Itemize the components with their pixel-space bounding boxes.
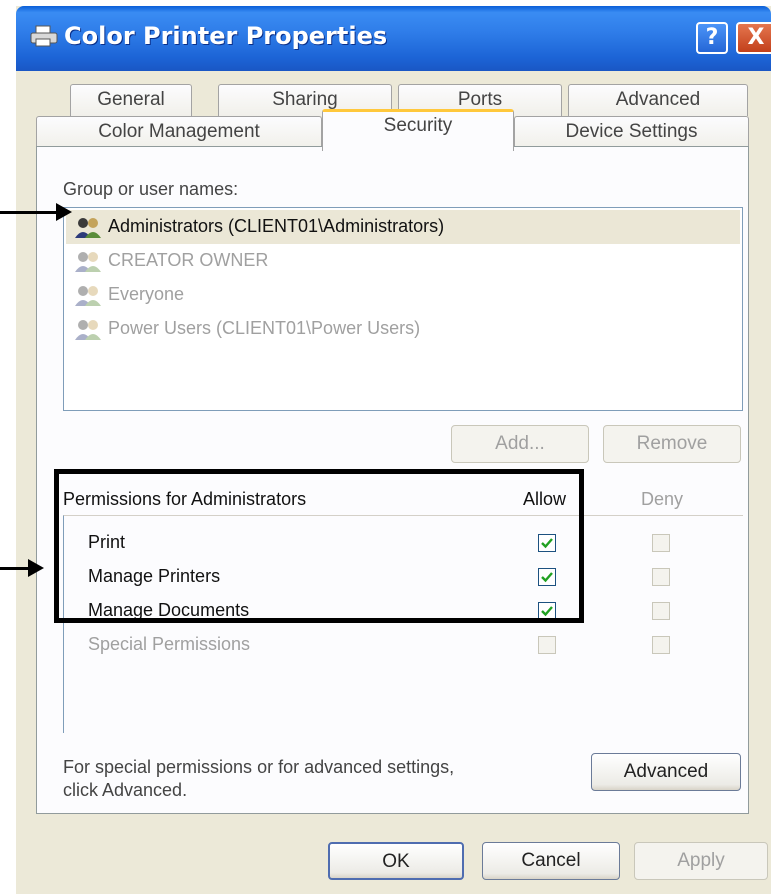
help-button[interactable]: ?: [696, 22, 728, 54]
cancel-button[interactable]: Cancel: [482, 842, 620, 880]
tab-color-management[interactable]: Color Management: [36, 116, 322, 148]
user-name: CREATOR OWNER: [108, 250, 269, 270]
user-name: Everyone: [108, 284, 185, 304]
annotation-arrow-head: [56, 203, 72, 221]
user-group-icon: [75, 320, 101, 340]
user-group-icon: [75, 218, 101, 238]
allow-checkbox[interactable]: [538, 636, 556, 654]
list-item[interactable]: Administrators (CLIENT01\Administrators): [66, 210, 740, 244]
deny-checkbox[interactable]: [652, 602, 670, 620]
list-item[interactable]: Power Users (CLIENT01\Power Users): [66, 312, 740, 346]
permission-name: Special Permissions: [88, 634, 251, 654]
annotation-arrow-line: [0, 567, 30, 570]
printer-icon: [30, 25, 58, 47]
tab-device-settings[interactable]: Device Settings: [514, 116, 749, 148]
tab-general[interactable]: General: [70, 84, 192, 116]
tab-advanced[interactable]: Advanced: [568, 84, 748, 116]
close-button[interactable]: X: [736, 22, 771, 54]
advanced-button[interactable]: Advanced: [591, 753, 741, 791]
deny-checkbox[interactable]: [652, 568, 670, 586]
add-button[interactable]: Add...: [451, 425, 589, 463]
list-item[interactable]: CREATOR OWNER: [66, 244, 740, 278]
user-group-icon: [75, 286, 101, 306]
annotation-arrow-head: [28, 559, 44, 577]
user-list[interactable]: Administrators (CLIENT01\Administrators)…: [63, 207, 743, 411]
advanced-hint-line2: click Advanced.: [63, 780, 188, 800]
deny-checkbox[interactable]: [652, 636, 670, 654]
properties-dialog: Color Printer Properties ? X General Sha…: [16, 6, 771, 894]
annotation-arrow-line: [0, 211, 58, 214]
apply-button[interactable]: Apply: [634, 842, 768, 880]
annotation-highlight-box: [54, 469, 584, 623]
user-name: Power Users (CLIENT01\Power Users): [108, 318, 421, 338]
list-item[interactable]: Everyone: [66, 278, 740, 312]
remove-button[interactable]: Remove: [603, 425, 741, 463]
deny-header: Deny: [641, 489, 684, 509]
deny-checkbox[interactable]: [652, 534, 670, 552]
title-bar[interactable]: Color Printer Properties ? X: [16, 6, 771, 71]
user-name: Administrators (CLIENT01\Administrators): [108, 216, 445, 236]
group-label: Group or user names:: [63, 179, 239, 199]
advanced-hint-line1: For special permissions or for advanced …: [63, 757, 455, 777]
tab-security[interactable]: Security: [322, 109, 514, 151]
window-title: Color Printer Properties: [64, 22, 388, 50]
user-group-icon: [75, 252, 101, 272]
ok-button[interactable]: OK: [328, 842, 464, 880]
